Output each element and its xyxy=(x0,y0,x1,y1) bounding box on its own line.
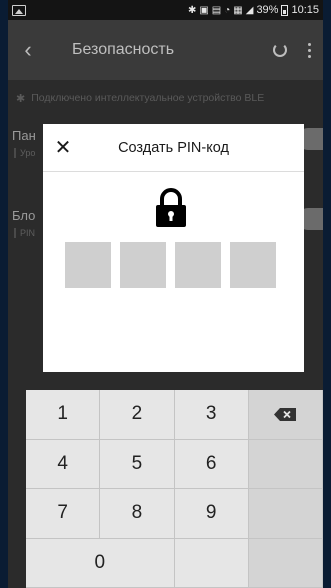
app-bar: ‹ Безопасность xyxy=(8,20,323,80)
key-4[interactable]: 4 xyxy=(26,439,101,489)
back-arrow-icon[interactable]: ‹ xyxy=(8,20,48,80)
more-vert-icon[interactable] xyxy=(295,20,323,80)
key-8[interactable]: 8 xyxy=(100,489,175,539)
status-bar: ✱ ▣ ▤ ◔ ▦ ◢ 39% 10:15 xyxy=(8,0,323,20)
key-9[interactable]: 9 xyxy=(174,489,249,539)
pin-digit-box xyxy=(230,242,276,288)
battery-icon xyxy=(281,4,289,16)
key-1[interactable]: 1 xyxy=(26,390,101,440)
pin-digit-box xyxy=(65,242,111,288)
connection-banner: ✱ Подключено интеллектуальное устройство… xyxy=(8,80,323,116)
close-icon[interactable]: ✕ xyxy=(43,124,83,172)
setting-title: Бло xyxy=(12,208,36,223)
asterisk-icon: ✱ xyxy=(16,92,26,105)
clock: 10:15 xyxy=(291,4,319,16)
wifi-icon: ◔ xyxy=(224,4,231,16)
backspace-icon xyxy=(274,407,297,421)
banner-text: Подключено интеллектуальное устройство B… xyxy=(31,92,265,104)
backspace-key[interactable] xyxy=(248,390,323,440)
page-title: Безопасность xyxy=(72,41,175,58)
key-5[interactable]: 5 xyxy=(100,439,175,489)
key-6[interactable]: 6 xyxy=(174,439,249,489)
pin-digit-box xyxy=(120,242,166,288)
setting-subtitle: Уро xyxy=(14,148,35,158)
numeric-keypad: 1 2 3 4 5 6 7 8 9 0 xyxy=(26,390,323,588)
empty-key xyxy=(174,538,249,588)
empty-key xyxy=(248,439,323,489)
key-3[interactable]: 3 xyxy=(174,390,249,440)
create-pin-dialog: ✕ Создать PIN-код xyxy=(43,124,304,372)
signal-icon: ◢ xyxy=(245,4,254,16)
phone-screen: ✱ ▣ ▤ ◔ ▦ ◢ 39% 10:15 ‹ Безопасность ✱ П… xyxy=(8,0,323,588)
empty-key xyxy=(248,489,323,539)
dialog-header: ✕ Создать PIN-код xyxy=(43,124,304,172)
pin-entry xyxy=(65,242,276,288)
key-2[interactable]: 2 xyxy=(100,390,175,440)
key-0[interactable]: 0 xyxy=(26,538,175,588)
refresh-icon[interactable] xyxy=(265,20,295,80)
bluetooth-icon: ✱ xyxy=(187,4,197,16)
battery-percent: 39% xyxy=(256,4,279,16)
key-7[interactable]: 7 xyxy=(26,489,101,539)
status-icons: ✱ ▣ ▤ ◔ ▦ ◢ 39% 10:15 xyxy=(188,4,319,16)
setting-subtitle: PIN xyxy=(14,228,35,238)
setting-title: Пан xyxy=(12,128,36,143)
hd-icon: ▤ xyxy=(211,4,222,16)
nfc-icon: ▣ xyxy=(199,4,209,16)
data-icon: ▦ xyxy=(233,4,243,16)
lock-icon xyxy=(152,188,190,228)
empty-key xyxy=(248,538,323,588)
image-notification-icon xyxy=(12,4,26,16)
pin-digit-box xyxy=(175,242,221,288)
